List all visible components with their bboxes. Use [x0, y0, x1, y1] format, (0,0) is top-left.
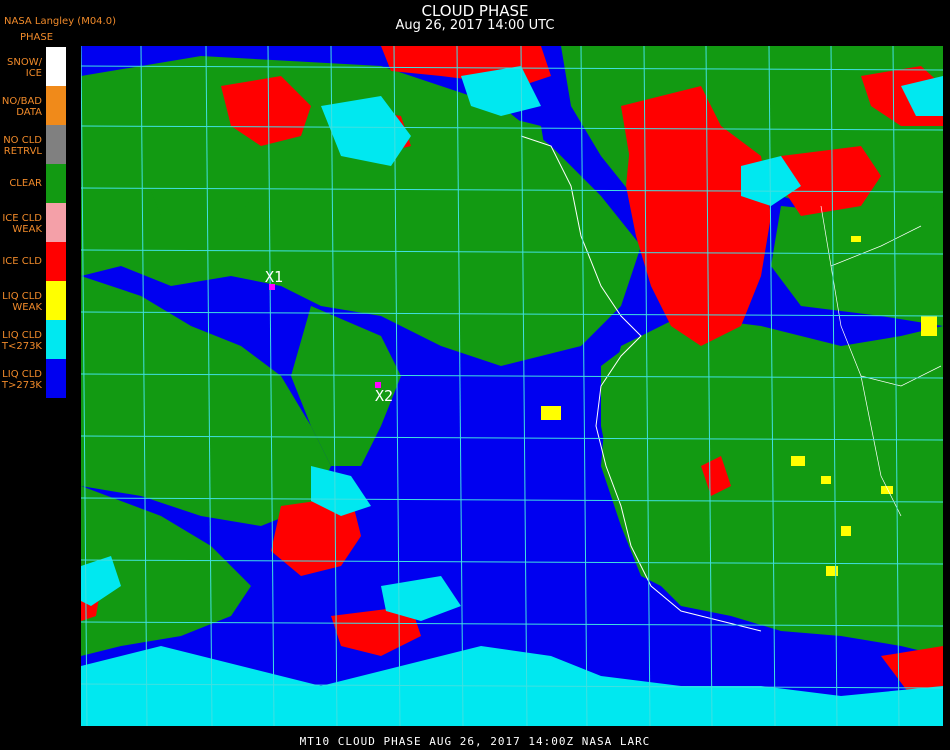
- legend-swatch: [46, 164, 66, 203]
- source-label: NASA Langley (M04.0): [4, 16, 116, 27]
- legend-label: ICE CLD WEAK: [2, 213, 42, 235]
- legend-swatch: [46, 203, 66, 242]
- marker-x1-label: X1: [265, 268, 284, 286]
- map-canvas: [81, 46, 943, 726]
- legend-swatch: [46, 281, 66, 320]
- legend-swatch: [46, 125, 66, 164]
- cloud-phase-map: [81, 46, 943, 726]
- legend-label: LIQ CLD T>273K: [1, 369, 42, 391]
- footer-caption: MT10 CLOUD PHASE AUG 26, 2017 14:00Z NAS…: [299, 735, 651, 748]
- legend-swatch: [46, 86, 66, 125]
- legend-label: CLEAR: [9, 178, 42, 189]
- legend-label: LIQ CLD T<273K: [1, 330, 42, 352]
- legend-swatch: [46, 359, 66, 398]
- map-subtitle: Aug 26, 2017 14:00 UTC: [395, 18, 555, 33]
- legend-label: ICE CLD: [2, 256, 42, 267]
- legend-label: SNOW/ ICE: [7, 57, 42, 79]
- legend-title: PHASE: [20, 32, 54, 43]
- legend-label: LIQ CLD WEAK: [2, 291, 42, 313]
- legend-swatch: [46, 242, 66, 281]
- legend-swatch: [46, 320, 66, 359]
- legend-swatch: [46, 47, 66, 86]
- legend-label: NO CLD RETRVL: [3, 135, 42, 157]
- marker-x2-label: X2: [375, 387, 394, 405]
- legend-label: NO/BAD DATA: [1, 96, 42, 118]
